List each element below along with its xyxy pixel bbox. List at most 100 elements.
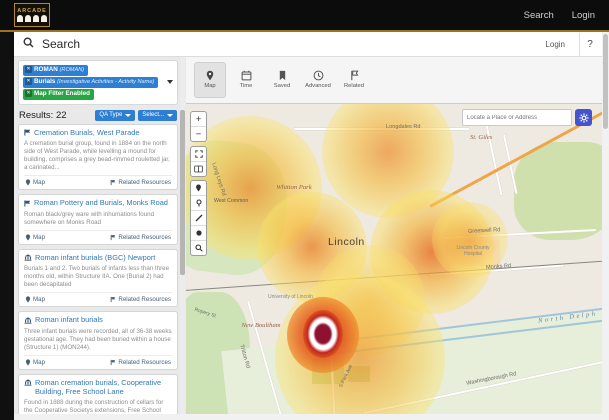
result-related-link[interactable]: Related Resources: [110, 179, 171, 186]
flag-icon: [110, 179, 116, 186]
qa-type-button[interactable]: QA Type: [95, 110, 135, 121]
search-icon: [23, 35, 34, 53]
result-description: Three infant burials were recorded, all …: [24, 328, 172, 352]
locate-box: [462, 109, 592, 126]
results-header: Results: 22 QA Type Select...: [19, 110, 177, 121]
result-map-link[interactable]: Map: [25, 296, 45, 303]
result-title-link[interactable]: Roman cremation burials, Cooperative Bui…: [24, 379, 172, 397]
search-icon: [195, 244, 203, 252]
arcade-logo[interactable]: ARCADE: [14, 3, 50, 27]
result-card[interactable]: Roman infant burials Three infant burial…: [18, 311, 178, 370]
filter-tag-mapfilter[interactable]: ✕ Map Filter Enabled: [23, 89, 94, 100]
horizontal-scrollbar[interactable]: [14, 414, 602, 420]
line-tool-button[interactable]: [191, 211, 206, 226]
panel-scrollbar[interactable]: [180, 56, 185, 414]
page-scrollbar[interactable]: [602, 32, 609, 420]
result-title-link[interactable]: Roman infant burials: [24, 316, 172, 325]
tab-time[interactable]: Time: [230, 62, 262, 98]
top-nav: Search Login: [524, 0, 595, 30]
flag-icon: [110, 359, 116, 366]
map-pin-icon: [25, 359, 31, 366]
result-related-link[interactable]: Related Resources: [110, 296, 171, 303]
monument-icon: [24, 317, 32, 324]
caret-down-icon: [125, 114, 131, 117]
results-list: Cremation Burials, West Parade A cremati…: [18, 124, 178, 414]
search-area-button[interactable]: [191, 241, 206, 255]
suburb-label: Whitton Park: [274, 184, 314, 191]
remove-filter-icon[interactable]: ✕: [25, 90, 32, 97]
polygon-tool-button[interactable]: [191, 226, 206, 241]
heatmap-hotspot: [303, 310, 343, 358]
result-card[interactable]: Roman infant burials (BGC) Newport Buria…: [18, 249, 178, 308]
panel-scrollbar-thumb[interactable]: [180, 110, 185, 275]
columns-icon: [194, 165, 203, 173]
map-canvas[interactable]: Longdales Rd St. Giles Whitton Park Long…: [186, 104, 602, 414]
city-label: Lincoln: [328, 236, 365, 248]
nav-login-link[interactable]: Login: [572, 10, 595, 21]
filter-box[interactable]: ✕ ROMAN (ROMAN) ✕ Burials (Investigative…: [18, 60, 178, 105]
filter-tag-roman[interactable]: ✕ ROMAN (ROMAN): [23, 65, 88, 76]
clock-icon: [313, 70, 324, 81]
bookmark-icon: [278, 70, 287, 81]
polygon-icon: [195, 229, 203, 237]
monument-icon: [24, 254, 32, 261]
arcade-app: ARCADE Search Login Search Login ? ✕ ROM…: [0, 0, 609, 420]
result-related-link[interactable]: Related Resources: [110, 359, 171, 366]
flag-icon: [110, 234, 116, 241]
result-map-link[interactable]: Map: [25, 179, 45, 186]
poi-label: Lincoln County Hospital: [452, 246, 494, 257]
results-count: Results: 22: [19, 110, 92, 121]
calendar-icon: [241, 70, 252, 81]
map-pin-icon: [205, 70, 215, 81]
result-related-link[interactable]: Related Resources: [110, 234, 171, 241]
map-pin-icon: [25, 234, 31, 241]
result-card[interactable]: Cremation Burials, West Parade A cremati…: [18, 124, 178, 191]
page-scrollbar-thumb[interactable]: [603, 34, 608, 129]
tab-advanced[interactable]: Advanced: [302, 62, 334, 98]
poi-label: University of Lincoln: [268, 294, 313, 300]
marker-tool-button[interactable]: [191, 181, 206, 196]
search-row: Search Login ?: [14, 32, 602, 57]
fullscreen-icon: [195, 150, 203, 158]
result-card[interactable]: Roman Pottery and Burials, Monks Road Ro…: [18, 194, 178, 245]
flag-icon: [350, 70, 359, 81]
result-map-link[interactable]: Map: [25, 234, 45, 241]
result-description: Found in 1888 during the construction of…: [24, 399, 172, 414]
arches-icon: [17, 15, 47, 22]
zoom-in-button[interactable]: +: [191, 112, 206, 127]
layers-button[interactable]: [191, 162, 206, 176]
panel-login-link[interactable]: Login: [545, 40, 565, 49]
point-tool-button[interactable]: [191, 196, 206, 211]
remove-filter-icon[interactable]: ✕: [25, 66, 32, 73]
zoom-out-button[interactable]: −: [191, 127, 206, 141]
result-title-link[interactable]: Cremation Burials, West Parade: [24, 129, 172, 138]
remove-filter-icon[interactable]: ✕: [25, 78, 32, 85]
gear-icon: [579, 113, 589, 123]
filter-dropdown-caret-icon[interactable]: [167, 80, 173, 84]
flag-icon: [24, 200, 31, 207]
point-icon: [195, 199, 203, 207]
help-button[interactable]: ?: [579, 33, 600, 56]
map-green-area: [514, 142, 602, 240]
fullscreen-button[interactable]: [191, 147, 206, 162]
filter-tag-burials[interactable]: ✕ Burials (Investigative Activities - Ac…: [23, 77, 158, 88]
select-button[interactable]: Select...: [138, 110, 177, 121]
monument-icon: [24, 379, 32, 386]
map-pin-icon: [25, 296, 31, 303]
result-title-link[interactable]: Roman Pottery and Burials, Monks Road: [24, 199, 172, 208]
tab-saved[interactable]: Saved: [266, 62, 298, 98]
result-map-link[interactable]: Map: [25, 359, 45, 366]
locate-input[interactable]: [462, 109, 572, 126]
result-card[interactable]: Roman cremation burials, Cooperative Bui…: [18, 374, 178, 414]
nav-search-link[interactable]: Search: [524, 10, 554, 21]
result-title-link[interactable]: Roman infant burials (BGC) Newport: [24, 254, 172, 263]
flag-icon: [24, 129, 31, 136]
tab-map[interactable]: Map: [194, 62, 226, 98]
locate-settings-button[interactable]: [575, 109, 592, 126]
search-input[interactable]: Search: [42, 37, 545, 51]
tab-related[interactable]: Related: [338, 62, 370, 98]
flag-icon: [110, 296, 116, 303]
draw-tools: [190, 180, 207, 256]
suburb-label: St. Giles: [470, 134, 492, 141]
area-label: West Common: [214, 198, 248, 204]
